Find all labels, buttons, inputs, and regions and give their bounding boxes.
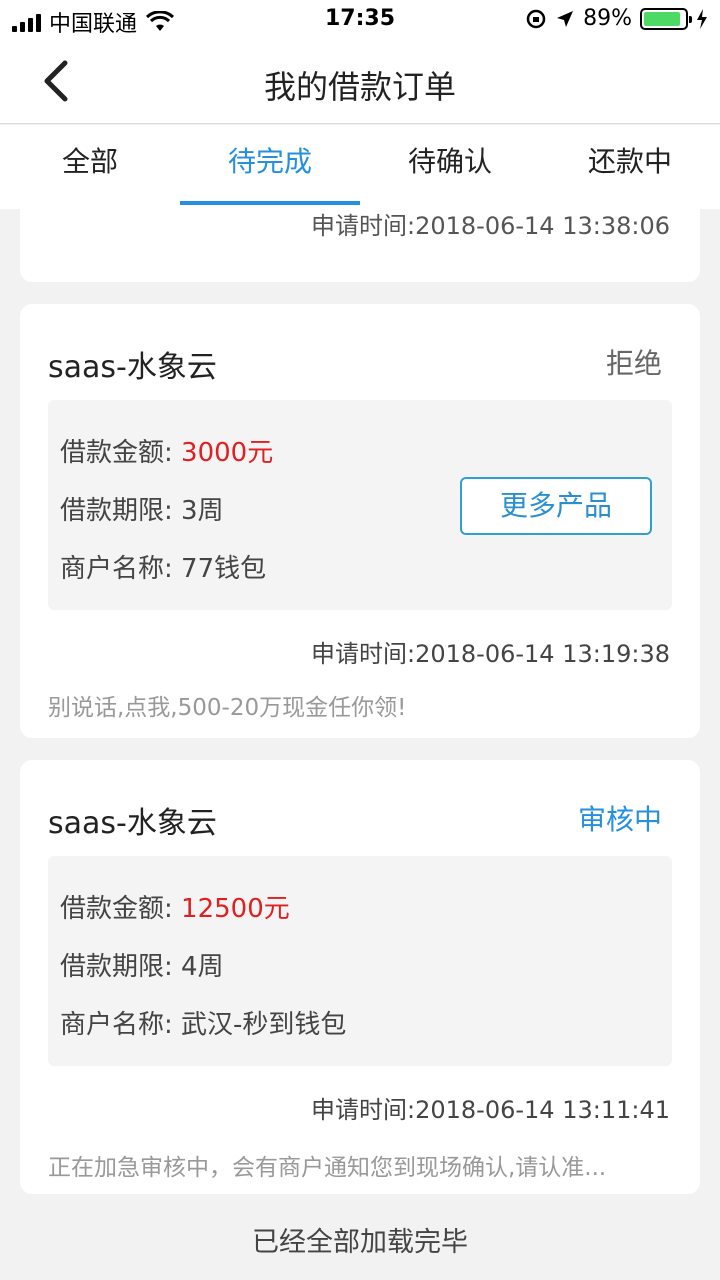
order-info-box: 借款金额: 12500元 借款期限: 4周 商户名称: 武汉-秒到钱包 [48,856,672,1066]
order-name: saas-水象云 [48,350,217,385]
load-complete-text: 已经全部加载完毕 [252,1227,468,1258]
promo-note[interactable]: 别说话,点我,500-20万现金任你领! [48,688,672,722]
order-card[interactable]: saas-水象云 拒绝 借款金额: 3000元 借款期限: 3周 商户名称: 7… [20,304,700,738]
nav-bar: 我的借款订单 [0,40,720,124]
order-info-box: 借款金额: 3000元 借款期限: 3周 商户名称: 77钱包 更多产品 [48,400,672,610]
battery-icon [640,7,692,30]
merchant-label: 商户名称: [60,554,182,584]
loan-term-value: 3周 [181,496,224,526]
loan-term-label: 借款期限: [60,952,182,982]
merchant-value: 77钱包 [181,554,267,584]
status-bar: 中国联通 17:35 89% [0,0,720,40]
location-icon [557,10,574,27]
page-title: 我的借款订单 [263,68,456,106]
more-products-button[interactable]: 更多产品 [460,477,652,535]
loan-amount-row: 借款金额: 12500元 [60,888,290,925]
loan-term-value: 4周 [181,952,224,982]
merchant-label: 商户名称: [60,1010,182,1040]
loan-amount-value: 3000元 [181,438,274,468]
rotation-lock-icon [526,9,546,28]
charging-icon [697,8,707,29]
order-status: 审核中 [577,803,662,836]
merchant-value: 武汉-秒到钱包 [181,1010,347,1040]
battery-level [644,11,680,26]
status-tabs: 全部 待完成 待确认 还款中 [0,125,720,209]
merchant-row: 商户名称: 77钱包 [60,548,266,585]
apply-time: 申请时间:2018-06-14 13:38:06 [311,212,670,240]
order-card[interactable]: saas-水象云 审核中 借款金额: 12500元 借款期限: 4周 商户名称:… [20,760,700,1194]
loan-amount-label: 借款金额: [60,438,182,468]
status-right: 89% [525,6,708,31]
apply-time: 申请时间:2018-06-14 13:11:41 [311,1096,670,1124]
tab-to-confirm[interactable]: 待确认 [360,125,540,209]
loan-amount-value: 12500元 [181,894,290,924]
tab-all[interactable]: 全部 [0,125,180,209]
status-note: 正在加急审核中，会有商户通知您到现场确认,请认准... [48,1155,607,1181]
loan-term-row: 借款期限: 3周 [60,490,224,527]
order-name: saas-水象云 [48,806,217,841]
order-status: 拒绝 [605,347,662,380]
apply-time: 申请时间:2018-06-14 13:19:38 [311,640,670,668]
battery-percent: 89% [583,6,632,31]
tab-repaying[interactable]: 还款中 [540,125,720,209]
tab-pending[interactable]: 待完成 [180,125,360,209]
loan-amount-row: 借款金额: 3000元 [60,432,273,469]
loan-term-row: 借款期限: 4周 [60,946,224,983]
merchant-row: 商户名称: 武汉-秒到钱包 [60,1004,346,1041]
loan-amount-label: 借款金额: [60,894,182,924]
loan-term-label: 借款期限: [60,496,182,526]
